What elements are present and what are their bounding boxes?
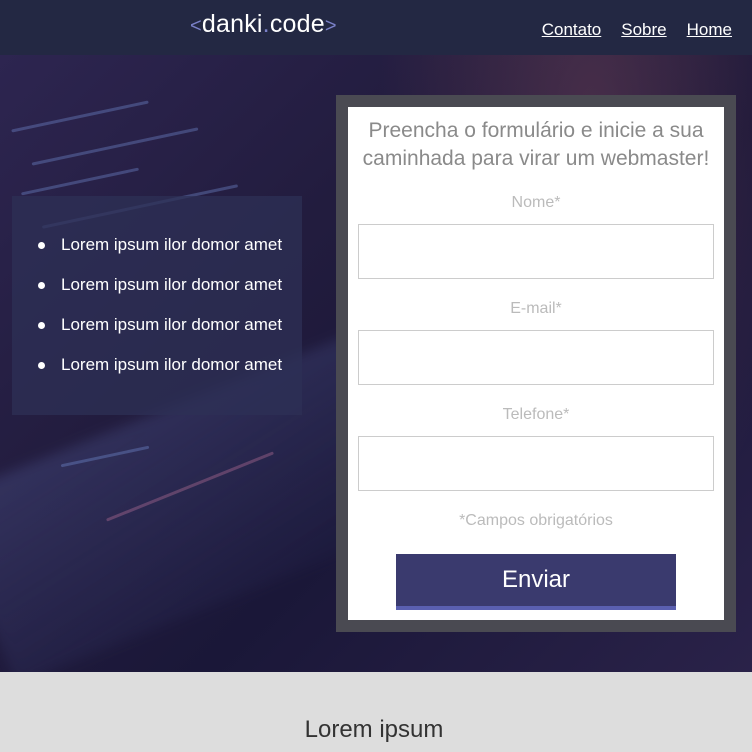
phone-field-label: Telefone* [502, 406, 570, 423]
top-navigation-bar: <danki.code> Contato Sobre Home [0, 0, 752, 55]
email-field-label: E-mail* [510, 300, 562, 317]
content-section: Lorem ipsum [0, 672, 752, 752]
name-field-label: Nome* [511, 194, 561, 211]
features-panel: Lorem ipsum ilor domor amet Lorem ipsum … [12, 196, 302, 415]
logo-word-code: code [269, 10, 325, 38]
logo-word-danki: danki [201, 10, 263, 38]
feature-item: Lorem ipsum ilor domor amet [34, 234, 302, 256]
code-background-decoration [105, 451, 275, 522]
logo-open-bracket: < [190, 15, 202, 37]
features-list: Lorem ipsum ilor domor amet Lorem ipsum … [34, 234, 302, 376]
signup-form: Preencha o formulário e inicie a sua cam… [348, 107, 724, 620]
main-nav: Contato Sobre Home [542, 20, 732, 40]
danki-code-logo[interactable]: <danki.code> [190, 10, 337, 39]
code-background-decoration [11, 100, 149, 133]
required-fields-note: *Campos obrigatórios [459, 512, 613, 529]
logo-dot: . [262, 10, 270, 38]
code-background-decoration [60, 445, 150, 468]
name-input[interactable] [358, 224, 714, 279]
logo-close-bracket: > [324, 15, 337, 37]
nav-link-sobre[interactable]: Sobre [621, 20, 666, 40]
feature-item: Lorem ipsum ilor domor amet [34, 354, 302, 376]
section-title: Lorem ipsum [304, 716, 444, 743]
code-background-decoration [31, 127, 199, 166]
feature-item: Lorem ipsum ilor domor amet [34, 274, 302, 296]
email-input[interactable] [358, 330, 714, 385]
code-background-decoration [20, 167, 140, 196]
form-title: Preencha o formulário e inicie a sua cam… [362, 119, 710, 170]
nav-link-home[interactable]: Home [687, 20, 732, 40]
submit-button[interactable]: Enviar [396, 554, 676, 610]
feature-item: Lorem ipsum ilor domor amet [34, 314, 302, 336]
nav-link-contato[interactable]: Contato [542, 20, 602, 40]
phone-input[interactable] [358, 436, 714, 491]
